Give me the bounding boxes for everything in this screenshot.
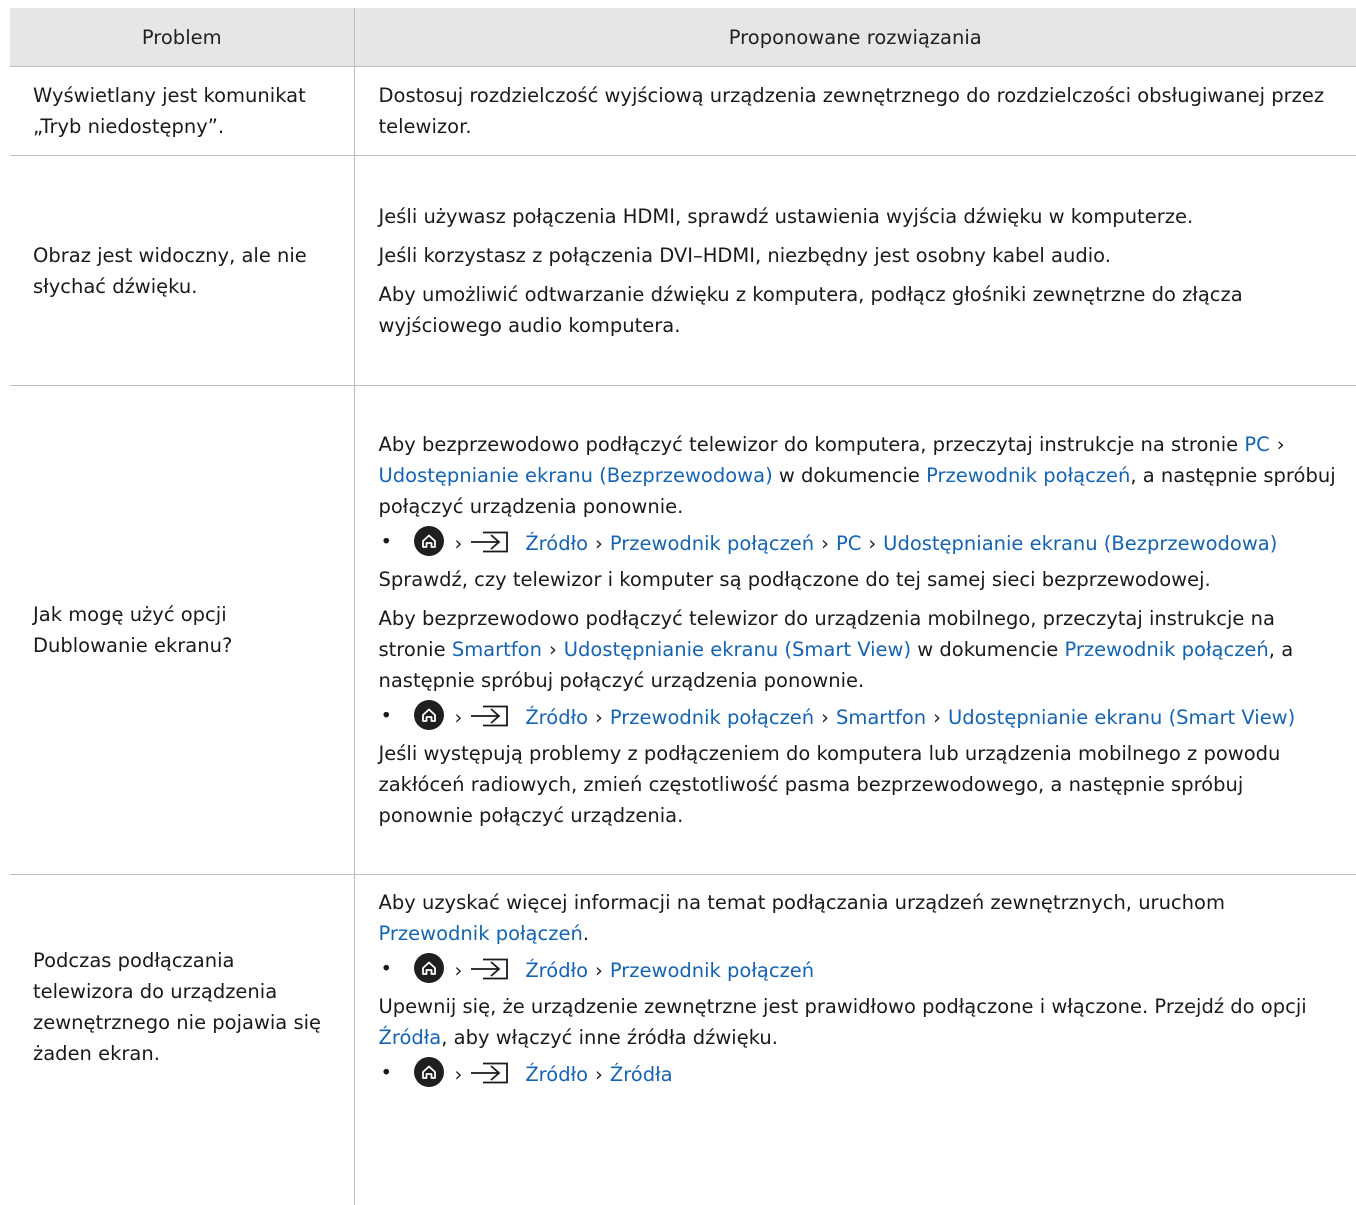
text-segment: w dokumencie [917,638,1058,661]
menu-path-connection-guide[interactable]: Przewodnik połączeń [610,959,814,982]
chevron-right-icon: › [549,634,557,665]
table-row: Podczas podłączania telewizora do urządz… [10,875,1356,1205]
menu-path-list-item: • › Źródło › Źródła [379,1057,1337,1090]
chevron-right-icon: › [455,702,463,733]
menu-path-list-item: • › Źródło › Przewodnik połączeń › Smartfon › U… [379,700,1337,733]
solution-text: Dostosuj rozdzielczość wyjściową urządze… [379,80,1337,142]
chevron-right-icon: › [455,528,463,559]
home-icon [414,1057,444,1087]
column-header-solutions: Proponowane rozwiązania [354,8,1356,67]
solution-text: Aby bezprzewodowo podłączyć telewizor do… [379,429,1337,522]
link-connection-guide[interactable]: Przewodnik połączeń [926,464,1130,487]
menu-path-source[interactable]: Źródło [525,706,588,729]
solution-text: Jeśli występują problemy z podłączeniem … [379,738,1337,831]
troubleshooting-table: Problem Proponowane rozwiązania Wyświetl… [10,8,1356,1205]
problem-cell: Podczas podłączania telewizora do urządz… [10,875,354,1205]
text-segment: . [583,922,589,945]
solution-text: Jeśli używasz połączenia HDMI, sprawdź u… [379,201,1337,232]
text-segment: Aby uzyskać więcej informacji na temat p… [379,891,1225,914]
menu-path-list-item: • › Źródło › Przewodnik połączeń [379,953,1337,986]
menu-path-connection-guide[interactable]: Przewodnik połączeń [610,532,814,555]
chevron-right-icon: › [595,1059,603,1090]
solution-text: Aby umożliwić odtwarzanie dźwięku z komp… [379,279,1337,341]
text-segment: , aby włączyć inne źródła dźwięku. [441,1026,778,1049]
solution-cell: Aby uzyskać więcej informacji na temat p… [354,875,1356,1205]
text-segment: w dokumencie [779,464,920,487]
table-row: Wyświetlany jest komunikat „Tryb niedost… [10,67,1356,156]
home-icon [414,526,444,556]
chevron-right-icon: › [455,1059,463,1090]
problem-cell: Wyświetlany jest komunikat „Tryb niedost… [10,67,354,156]
bullet: • [381,700,393,731]
solution-text: Jeśli korzystasz z połączenia DVI–HDMI, … [379,240,1337,271]
problem-cell: Obraz jest widoczny, ale nie słychać dźw… [10,156,354,386]
chevron-right-icon: › [595,702,603,733]
solution-text: Aby uzyskać więcej informacji na temat p… [379,887,1337,949]
solution-cell: Dostosuj rozdzielczość wyjściową urządze… [354,67,1356,156]
link-screen-sharing-smart-view[interactable]: Udostępnianie ekranu (Smart View) [564,638,911,661]
chevron-right-icon: › [821,702,829,733]
chevron-right-icon: › [455,955,463,986]
source-input-icon [469,705,521,727]
link-connection-guide[interactable]: Przewodnik połączeń [1064,638,1268,661]
table-row: Jak mogę użyć opcji Dublowanie ekranu? A… [10,386,1356,875]
menu-path-screen-sharing-smart-view[interactable]: Udostępnianie ekranu (Smart View) [948,706,1295,729]
menu-path-source[interactable]: Źródło [525,959,588,982]
chevron-right-icon: › [933,702,941,733]
menu-path-pc[interactable]: PC [836,532,861,555]
troubleshooting-table-container: Problem Proponowane rozwiązania Wyświetl… [10,8,1356,1205]
link-screen-sharing-wireless[interactable]: Udostępnianie ekranu (Bezprzewodowa) [379,464,773,487]
solution-cell: Jeśli używasz połączenia HDMI, sprawdź u… [354,156,1356,386]
solution-text: Aby bezprzewodowo podłączyć telewizor do… [379,603,1337,696]
link-connection-guide[interactable]: Przewodnik połączeń [379,922,583,945]
bullet: • [381,953,393,984]
bullet: • [381,1057,393,1088]
solution-cell: Aby bezprzewodowo podłączyć telewizor do… [354,386,1356,875]
source-input-icon [469,958,521,980]
chevron-right-icon: › [595,528,603,559]
chevron-right-icon: › [821,528,829,559]
link-smartphone[interactable]: Smartfon [452,638,542,661]
source-input-icon [469,531,521,553]
solution-text: Sprawdź, czy telewizor i komputer są pod… [379,564,1337,595]
menu-path-source[interactable]: Źródło [525,532,588,555]
text-segment: Aby bezprzewodowo podłączyć telewizor do… [379,433,1239,456]
chevron-right-icon: › [868,528,876,559]
chevron-right-icon: › [595,955,603,986]
menu-path-sources[interactable]: Źródła [610,1063,673,1086]
solution-text: Upewnij się, że urządzenie zewnętrzne je… [379,991,1337,1053]
menu-path-connection-guide[interactable]: Przewodnik połączeń [610,706,814,729]
bullet: • [381,526,393,557]
table-header-row: Problem Proponowane rozwiązania [10,8,1356,67]
source-input-icon [469,1062,521,1084]
chevron-right-icon: › [1277,429,1285,460]
problem-cell: Jak mogę użyć opcji Dublowanie ekranu? [10,386,354,875]
menu-path-list-item: • › Źródło › Przewodnik połączeń › PC › Udostęp… [379,526,1337,559]
menu-path-screen-sharing-wireless[interactable]: Udostępnianie ekranu (Bezprzewodowa) [883,532,1277,555]
text-segment: Upewnij się, że urządzenie zewnętrzne je… [379,995,1307,1018]
menu-path-smartphone[interactable]: Smartfon [836,706,926,729]
link-pc[interactable]: PC [1244,433,1269,456]
table-row: Obraz jest widoczny, ale nie słychać dźw… [10,156,1356,386]
home-icon [414,953,444,983]
column-header-problem: Problem [10,8,354,67]
link-sources[interactable]: Źródła [379,1026,442,1049]
home-icon [414,700,444,730]
menu-path-source[interactable]: Źródło [525,1063,588,1086]
